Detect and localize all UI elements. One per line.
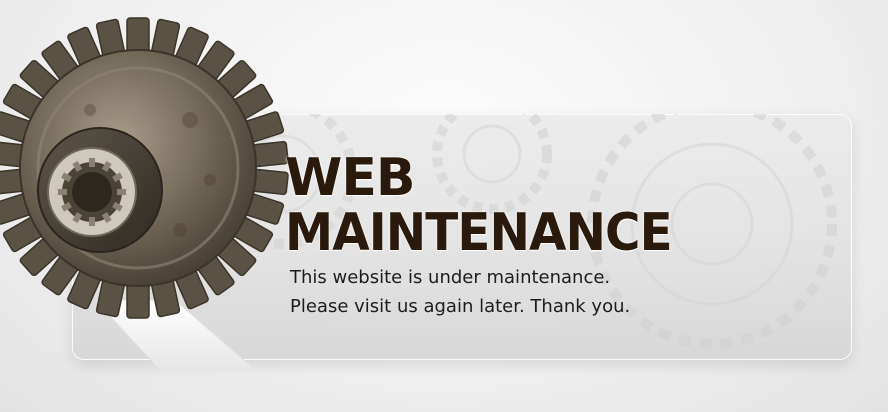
gear-icon (0, 17, 289, 370)
heading-line-2: MAINTENANCE (285, 203, 673, 263)
message-line-1: This website is under maintenance. (290, 267, 611, 288)
heading-line-1: WEB (285, 148, 416, 208)
maintenance-page: { "heading": { "line1": "WEB", "line2": … (0, 0, 888, 412)
message-line-2: Please visit us again later. Thank you. (290, 296, 631, 317)
